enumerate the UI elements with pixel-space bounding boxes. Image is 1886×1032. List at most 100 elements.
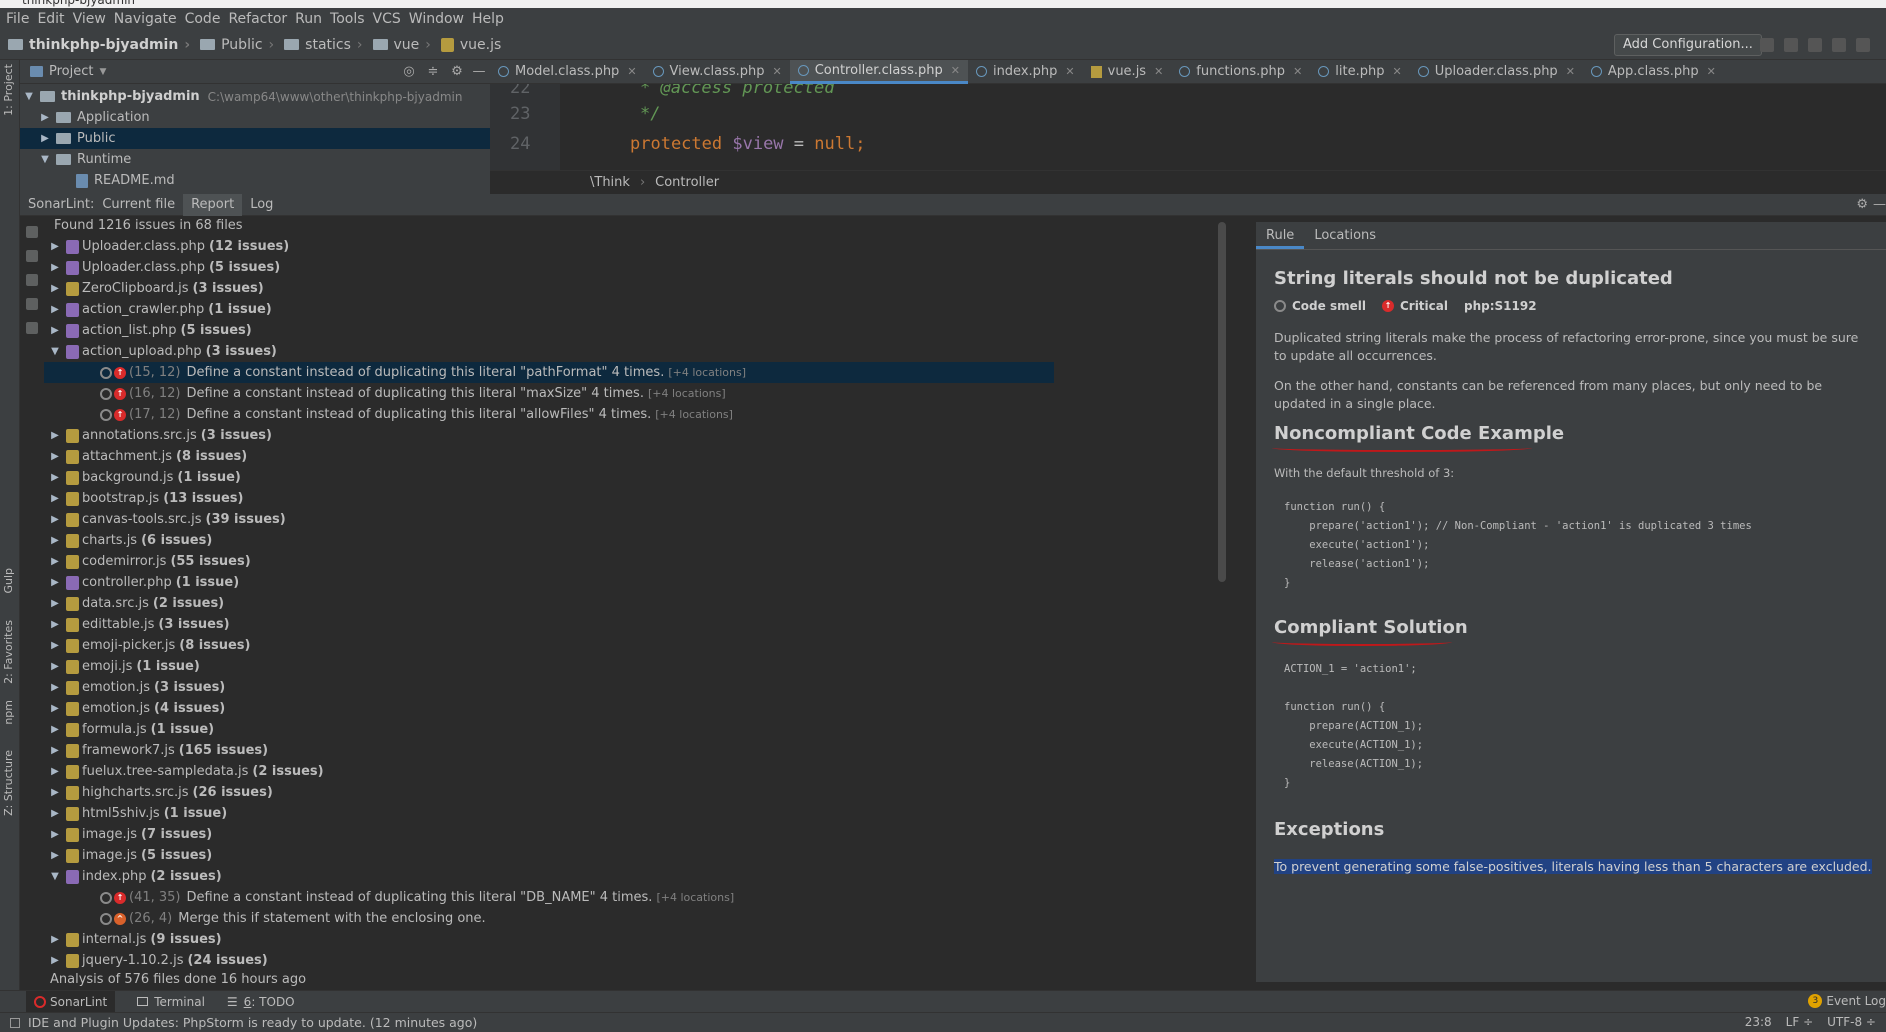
issue-row[interactable]: ↑ (15, 12) Define a constant instead of du… bbox=[44, 362, 1054, 383]
chevron-right-icon[interactable]: ▶ bbox=[48, 808, 62, 819]
issue-file-row[interactable]: ▶ bootstrap.js (13 issues) bbox=[44, 488, 1054, 509]
collapse-icon[interactable]: ≑ bbox=[426, 65, 440, 79]
hide-icon[interactable]: — bbox=[472, 65, 486, 79]
chevron-right-icon[interactable]: ▶ bbox=[48, 640, 62, 651]
chevron-right-icon[interactable]: ▶ bbox=[48, 850, 62, 861]
issue-row[interactable]: ↑ (16, 12) Define a constant instead of du… bbox=[44, 383, 1054, 404]
run-icon[interactable] bbox=[1760, 38, 1774, 52]
info-icon[interactable] bbox=[26, 322, 38, 334]
issue-row[interactable]: ^ (26, 4) Merge this if statement with the… bbox=[44, 908, 1054, 929]
breadcrumb-statics[interactable]: statics › bbox=[284, 37, 368, 53]
issue-file-row[interactable]: ▶ codemirror.js (55 issues) bbox=[44, 551, 1054, 572]
menu-window[interactable]: Window bbox=[409, 11, 472, 27]
issue-file-row[interactable]: ▶ controller.php (1 issue) bbox=[44, 572, 1054, 593]
close-icon[interactable]: ✕ bbox=[627, 65, 636, 78]
chevron-right-icon[interactable]: ▶ bbox=[48, 451, 62, 462]
close-icon[interactable]: ✕ bbox=[1293, 65, 1302, 78]
issue-file-row[interactable]: ▶ fuelux.tree-sampledata.js (2 issues) bbox=[44, 761, 1054, 782]
menu-navigate[interactable]: Navigate bbox=[114, 11, 185, 27]
line-separator[interactable]: LF ÷ bbox=[1786, 1015, 1813, 1029]
gear-icon[interactable]: ⚙ bbox=[1856, 197, 1868, 212]
chevron-right-icon[interactable]: ▶ bbox=[48, 745, 62, 756]
chevron-right-icon[interactable]: ▶ bbox=[48, 682, 62, 693]
issue-file-row[interactable]: ▶ formula.js (1 issue) bbox=[44, 719, 1054, 740]
structure-tool-tab[interactable]: Z: Structure bbox=[2, 750, 15, 816]
chevron-down-icon[interactable]: ▼ bbox=[48, 871, 62, 882]
close-icon[interactable]: ✕ bbox=[951, 64, 960, 77]
issue-file-row[interactable]: ▶ internal.js (9 issues) bbox=[44, 929, 1054, 950]
issue-file-row[interactable]: ▶ data.src.js (2 issues) bbox=[44, 593, 1054, 614]
chevron-right-icon[interactable]: ▶ bbox=[48, 724, 62, 735]
caret-position[interactable]: 23:8 bbox=[1745, 1015, 1772, 1029]
issue-row[interactable]: ↑ (17, 12) Define a constant instead of du… bbox=[44, 404, 1054, 425]
editor-tab[interactable]: View.class.php ✕ bbox=[645, 60, 790, 84]
favorites-tool-tab[interactable]: 2: Favorites bbox=[2, 620, 15, 684]
clear-icon[interactable] bbox=[26, 250, 38, 262]
chevron-right-icon[interactable]: ▶ bbox=[48, 661, 62, 672]
chevron-right-icon[interactable]: ▶ bbox=[48, 598, 62, 609]
issue-file-row[interactable]: ▶ action_list.php (5 issues) bbox=[44, 320, 1054, 341]
tree-item-public[interactable]: ▶ Public bbox=[20, 128, 490, 149]
tab-current-file[interactable]: Current file bbox=[94, 194, 183, 216]
menu-tools[interactable]: Tools bbox=[330, 11, 373, 27]
issue-file-row[interactable]: ▶ image.js (5 issues) bbox=[44, 845, 1054, 866]
issue-file-row[interactable]: ▶ image.js (7 issues) bbox=[44, 824, 1054, 845]
tab-log[interactable]: Log bbox=[242, 194, 281, 216]
locate-icon[interactable]: ◎ bbox=[402, 65, 416, 79]
editor-tab[interactable]: Model.class.php ✕ bbox=[490, 60, 645, 84]
chevron-right-icon[interactable]: ▶ bbox=[48, 514, 62, 525]
issue-file-row[interactable]: ▶ framework7.js (165 issues) bbox=[44, 740, 1054, 761]
tab-report[interactable]: Report bbox=[183, 193, 243, 216]
issue-file-row[interactable]: ▶ annotations.src.js (3 issues) bbox=[44, 425, 1054, 446]
chevron-right-icon[interactable]: ▶ bbox=[48, 556, 62, 567]
chevron-right-icon[interactable]: ▶ bbox=[48, 472, 62, 483]
status-message[interactable]: IDE and Plugin Updates: PhpStorm is read… bbox=[28, 1015, 477, 1030]
chevron-right-icon[interactable]: ▶ bbox=[48, 766, 62, 777]
chevron-right-icon[interactable]: ▶ bbox=[48, 577, 62, 588]
terminal-tool-button[interactable]: Terminal bbox=[137, 995, 205, 1009]
tree-item-readme[interactable]: README.md bbox=[20, 170, 490, 191]
hide-icon[interactable]: — bbox=[1873, 197, 1886, 212]
chevron-right-icon[interactable]: ▶ bbox=[48, 325, 62, 336]
menu-refactor[interactable]: Refactor bbox=[228, 11, 295, 27]
tree-root[interactable]: ▼ thinkphp-bjyadmin C:\wamp64\www\other\th… bbox=[20, 86, 490, 107]
close-icon[interactable]: ✕ bbox=[772, 65, 781, 78]
issue-file-row[interactable]: ▶ highcharts.src.js (26 issues) bbox=[44, 782, 1054, 803]
gulp-tool-tab[interactable]: Gulp bbox=[2, 568, 15, 594]
chevron-right-icon[interactable]: ▶ bbox=[48, 829, 62, 840]
chevron-right-icon[interactable]: ▶ bbox=[48, 934, 62, 945]
chevron-right-icon[interactable]: ▶ bbox=[48, 703, 62, 714]
add-configuration-button[interactable]: Add Configuration... bbox=[1614, 34, 1762, 56]
issue-file-row[interactable]: ▶ edittable.js (3 issues) bbox=[44, 614, 1054, 635]
close-icon[interactable]: ✕ bbox=[1065, 65, 1074, 78]
breadcrumb-vuejs[interactable]: vue.js bbox=[440, 37, 501, 53]
analyze-icon[interactable] bbox=[26, 226, 38, 238]
chevron-right-icon[interactable]: ▶ bbox=[48, 955, 62, 966]
menu-view[interactable]: View bbox=[73, 11, 114, 27]
coverage-icon[interactable] bbox=[1808, 38, 1822, 52]
editor-tab[interactable]: Uploader.class.php ✕ bbox=[1410, 60, 1583, 84]
event-log-button[interactable]: 3 Event Log bbox=[1808, 994, 1886, 1008]
issues-scrollbar[interactable] bbox=[1218, 222, 1226, 582]
issue-file-row[interactable]: ▼ index.php (2 issues) bbox=[44, 866, 1054, 887]
editor-tab[interactable]: App.class.php ✕ bbox=[1583, 60, 1724, 84]
issue-file-row[interactable]: ▶ action_crawler.php (1 issue) bbox=[44, 299, 1054, 320]
menu-help[interactable]: Help bbox=[472, 11, 512, 27]
menu-edit[interactable]: Edit bbox=[37, 11, 72, 27]
tree-item-application[interactable]: ▶ Application bbox=[20, 107, 490, 128]
chevron-right-icon[interactable]: ▶ bbox=[48, 619, 62, 630]
close-icon[interactable]: ✕ bbox=[1707, 65, 1716, 78]
issue-file-row[interactable]: ▶ background.js (1 issue) bbox=[44, 467, 1054, 488]
file-encoding[interactable]: UTF-8 ÷ bbox=[1827, 1015, 1876, 1029]
menu-code[interactable]: Code bbox=[185, 11, 229, 27]
npm-tool-tab[interactable]: npm bbox=[2, 700, 15, 725]
menu-vcs[interactable]: VCS bbox=[373, 11, 409, 27]
issue-file-row[interactable]: ▶ emotion.js (4 issues) bbox=[44, 698, 1054, 719]
toggle-tool-windows-icon[interactable] bbox=[10, 1017, 20, 1028]
issue-file-row[interactable]: ▶ emoji-picker.js (8 issues) bbox=[44, 635, 1054, 656]
chevron-right-icon[interactable]: ▶ bbox=[48, 262, 62, 273]
editor-tab[interactable]: vue.js ✕ bbox=[1083, 60, 1172, 84]
issue-row[interactable]: ↑ (41, 35) Define a constant instead of du… bbox=[44, 887, 1054, 908]
search-everywhere-icon[interactable] bbox=[1856, 38, 1870, 52]
issue-file-row[interactable]: ▶ ZeroClipboard.js (3 issues) bbox=[44, 278, 1054, 299]
